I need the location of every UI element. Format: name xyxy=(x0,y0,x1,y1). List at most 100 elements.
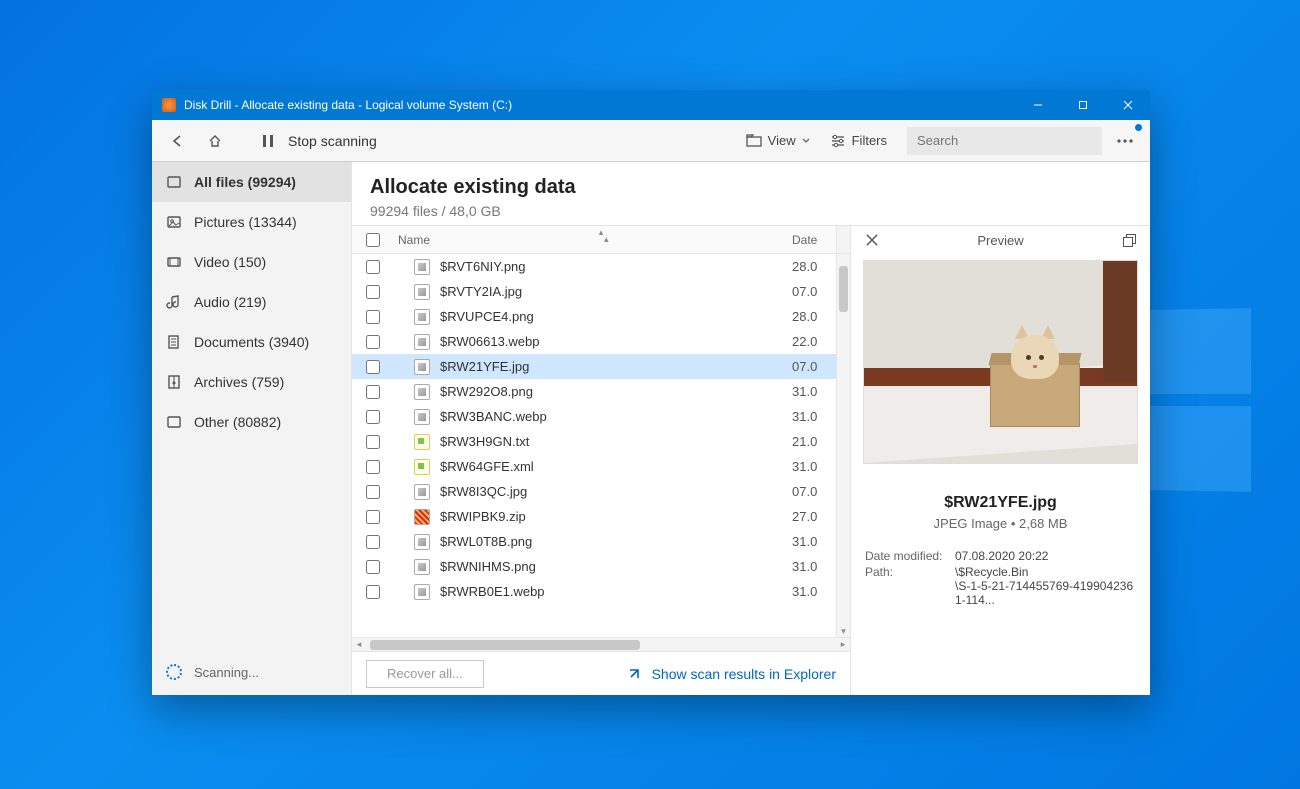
table-row[interactable]: $RWL0T8B.png31.0 xyxy=(352,529,836,554)
minimize-button[interactable] xyxy=(1015,90,1060,120)
close-window-button[interactable] xyxy=(1105,90,1150,120)
file-date: 21.0 xyxy=(792,434,836,449)
row-checkbox[interactable] xyxy=(366,560,380,574)
file-icon xyxy=(414,334,430,350)
titlebar: Disk Drill - Allocate existing data - Lo… xyxy=(152,90,1150,120)
file-icon xyxy=(414,434,430,450)
list-header: Name ▴ Date ▴ xyxy=(352,226,850,254)
close-preview-button[interactable] xyxy=(857,225,887,255)
open-new-window-button[interactable] xyxy=(1114,225,1144,255)
scanning-status: Scanning... xyxy=(152,649,351,695)
table-row[interactable]: $RW21YFE.jpg07.0 xyxy=(352,354,836,379)
row-checkbox[interactable] xyxy=(366,485,380,499)
sidebar-item-label: Other (80882) xyxy=(194,414,281,430)
row-checkbox[interactable] xyxy=(366,260,380,274)
file-icon xyxy=(414,584,430,600)
vertical-scrollbar[interactable]: ▾ xyxy=(836,254,850,637)
file-icon xyxy=(414,484,430,500)
toolbar: Stop scanning View Filters xyxy=(152,120,1150,162)
table-row[interactable]: $RWRB0E1.webp31.0 xyxy=(352,579,836,604)
stop-scanning-button[interactable]: Stop scanning xyxy=(288,133,377,149)
sidebar-item-audio[interactable]: Audio (219) xyxy=(152,282,351,322)
row-checkbox[interactable] xyxy=(366,310,380,324)
table-row[interactable]: $RWNIHMS.png31.0 xyxy=(352,554,836,579)
scrollbar-thumb[interactable] xyxy=(370,640,640,650)
file-date: 28.0 xyxy=(792,259,836,274)
row-checkbox[interactable] xyxy=(366,535,380,549)
preview-filename: $RW21YFE.jpg xyxy=(851,494,1150,512)
scroll-up-icon[interactable]: ▴ xyxy=(352,226,850,238)
row-checkbox[interactable] xyxy=(366,360,380,374)
file-name: $RVUPCE4.png xyxy=(440,309,792,324)
row-checkbox[interactable] xyxy=(366,410,380,424)
scroll-down-icon[interactable]: ▾ xyxy=(837,625,850,637)
table-row[interactable]: $RVTY2IA.jpg07.0 xyxy=(352,279,836,304)
chevron-down-icon xyxy=(802,137,810,145)
table-row[interactable]: $RW64GFE.xml31.0 xyxy=(352,454,836,479)
pause-scan-button[interactable] xyxy=(258,126,278,156)
file-icon xyxy=(414,409,430,425)
row-checkbox[interactable] xyxy=(366,460,380,474)
sidebar-item-documents[interactable]: Documents (3940) xyxy=(152,322,351,362)
sidebar-item-other[interactable]: Other (80882) xyxy=(152,402,351,442)
pictures-icon xyxy=(166,214,182,230)
row-checkbox[interactable] xyxy=(366,285,380,299)
scrollbar-thumb[interactable] xyxy=(839,266,848,312)
view-dropdown[interactable]: View xyxy=(740,129,816,152)
recover-all-button[interactable]: Recover all... xyxy=(366,660,484,688)
back-button[interactable] xyxy=(162,126,192,156)
preview-title: Preview xyxy=(887,233,1114,248)
scroll-right-icon[interactable]: ▸ xyxy=(836,638,850,651)
vertical-scrollbar[interactable]: ▴ xyxy=(836,226,850,253)
show-in-explorer-link[interactable]: Show scan results in Explorer xyxy=(626,666,836,682)
preview-type-size: JPEG Image • 2,68 MB xyxy=(851,516,1150,531)
search-input[interactable] xyxy=(907,127,1102,155)
sidebar-item-all[interactable]: All files (99294) xyxy=(152,162,351,202)
file-date: 31.0 xyxy=(792,384,836,399)
scroll-left-icon[interactable]: ◂ xyxy=(352,638,366,651)
table-row[interactable]: $RW06613.webp22.0 xyxy=(352,329,836,354)
table-row[interactable]: $RWIPBK9.zip27.0 xyxy=(352,504,836,529)
main-heading: Allocate existing data 99294 files / 48,… xyxy=(352,162,1150,225)
row-checkbox[interactable] xyxy=(366,335,380,349)
open-external-icon xyxy=(626,666,642,682)
sidebar-item-label: Documents (3940) xyxy=(194,334,309,350)
filters-button[interactable]: Filters xyxy=(824,129,893,152)
table-row[interactable]: $RW8I3QC.jpg07.0 xyxy=(352,479,836,504)
file-name: $RW8I3QC.jpg xyxy=(440,484,792,499)
horizontal-scrollbar[interactable]: ◂ ▸ xyxy=(352,637,850,651)
audio-icon xyxy=(166,294,182,310)
table-row[interactable]: $RW292O8.png31.0 xyxy=(352,379,836,404)
sidebar-item-archives[interactable]: Archives (759) xyxy=(152,362,351,402)
sidebar-item-label: All files (99294) xyxy=(194,174,296,190)
sidebar-item-pictures[interactable]: Pictures (13344) xyxy=(152,202,351,242)
file-name: $RW292O8.png xyxy=(440,384,792,399)
page-subtitle: 99294 files / 48,0 GB xyxy=(370,203,1132,219)
file-date: 31.0 xyxy=(792,584,836,599)
app-icon xyxy=(162,98,176,112)
file-name: $RW64GFE.xml xyxy=(440,459,792,474)
table-row[interactable]: $RVUPCE4.png28.0 xyxy=(352,304,836,329)
file-icon xyxy=(414,559,430,575)
sidebar-item-video[interactable]: Video (150) xyxy=(152,242,351,282)
more-menu-button[interactable] xyxy=(1110,126,1140,156)
table-row[interactable]: $RW3BANC.webp31.0 xyxy=(352,404,836,429)
sidebar-item-label: Archives (759) xyxy=(194,374,284,390)
table-row[interactable]: $RVT6NIY.png28.0 xyxy=(352,254,836,279)
preview-panel: Preview xyxy=(850,226,1150,695)
file-date: 07.0 xyxy=(792,359,836,374)
app-window: Disk Drill - Allocate existing data - Lo… xyxy=(152,90,1150,695)
file-icon xyxy=(414,534,430,550)
row-checkbox[interactable] xyxy=(366,385,380,399)
filters-icon xyxy=(830,134,846,148)
row-checkbox[interactable] xyxy=(366,585,380,599)
table-row[interactable]: $RW3H9GN.txt21.0 xyxy=(352,429,836,454)
file-date: 22.0 xyxy=(792,334,836,349)
window-title: Disk Drill - Allocate existing data - Lo… xyxy=(184,98,1015,112)
file-name: $RW3BANC.webp xyxy=(440,409,792,424)
home-button[interactable] xyxy=(200,126,230,156)
sidebar: All files (99294) Pictures (13344)Video (… xyxy=(152,162,352,695)
row-checkbox[interactable] xyxy=(366,435,380,449)
row-checkbox[interactable] xyxy=(366,510,380,524)
maximize-button[interactable] xyxy=(1060,90,1105,120)
